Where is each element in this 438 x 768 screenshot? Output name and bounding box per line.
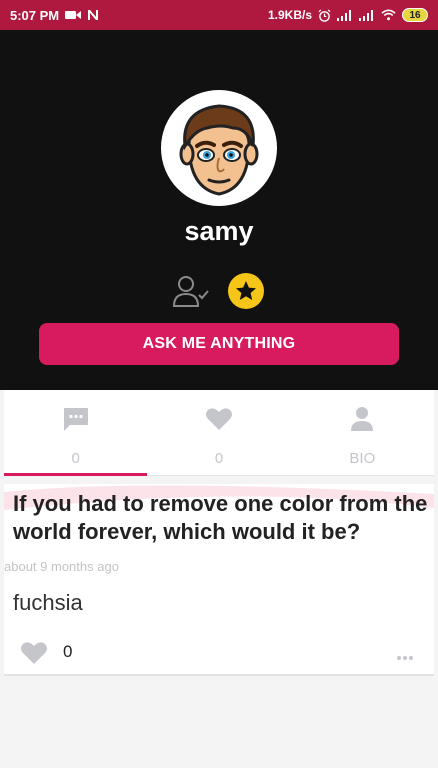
wifi-icon [381,9,396,21]
post-timestamp: about 9 months ago [4,559,119,574]
notification-n-icon [87,9,99,21]
tab-questions[interactable]: 0 [4,390,148,476]
tab-questions-count: 0 [71,450,80,467]
chat-bubble-icon [62,404,90,434]
answer-card[interactable]: If you had to remove one color from the … [4,484,434,676]
status-time: 5:07 PM [10,7,60,23]
username: samy [184,216,254,246]
person-icon [350,404,374,434]
tab-likes[interactable]: 0 [147,390,290,475]
network-speed: 1.9KB/s [267,8,312,22]
star-badge-icon[interactable] [228,273,264,309]
tab-likes-count: 0 [214,450,224,467]
battery-icon: 16 [402,8,428,22]
heart-icon [205,404,233,434]
signal-icon [337,9,353,21]
ask-me-anything-button[interactable]: ASK ME ANYTHING [39,323,399,365]
tab-bio[interactable]: BIO [291,390,434,475]
like-count: 0 [63,642,73,661]
answer-text: fuchsia [13,590,83,615]
alarm-icon [318,9,331,22]
tab-bio-label: BIO [349,450,376,467]
status-bar: 5:07 PM 1.9KB/s 16 [0,0,438,30]
video-camera-icon [65,10,82,20]
question-text: If you had to remove one color from the … [13,491,428,544]
more-options-icon[interactable] [396,648,414,660]
signal-icon-2 [359,9,375,21]
like-heart-icon[interactable] [20,640,48,666]
profile-tabs: 0 0 BIO [4,390,434,476]
avatar-face-icon [179,104,259,196]
avatar[interactable] [161,90,277,206]
profile-header: samy ASK ME ANYTHING [0,30,438,390]
follow-user-icon[interactable] [172,274,212,308]
